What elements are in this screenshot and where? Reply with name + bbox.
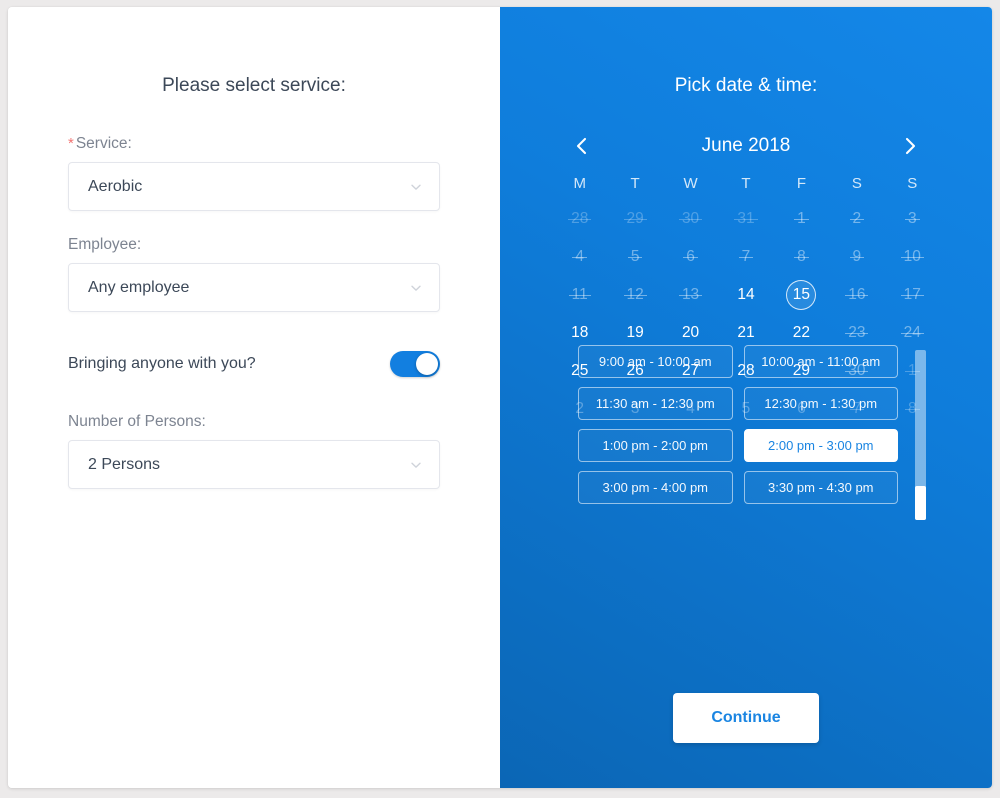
calendar-day-number: 7 [738, 238, 754, 276]
calendar-day: 1 [774, 200, 829, 238]
time-slot[interactable]: 9:00 am - 10:00 am [578, 345, 733, 378]
calendar-day-number: 16 [845, 276, 869, 314]
chevron-down-icon [409, 458, 423, 472]
calendar-day-number: 15 [786, 279, 817, 310]
calendar-day: 29 [607, 200, 662, 238]
chevron-down-icon [409, 180, 423, 194]
calendar-day-number: 4 [572, 238, 587, 276]
persons-label: Number of Persons: [68, 413, 440, 431]
employee-label-text: Employee: [68, 236, 142, 253]
calendar-day-number: 29 [623, 200, 648, 238]
time-slots-list: 9:00 am - 10:00 am 10:00 am - 11:00 am 11:… [578, 345, 898, 504]
calendar-day-number: 30 [678, 200, 703, 238]
service-select[interactable]: Aerobic [68, 162, 440, 211]
calendar-day-selected[interactable]: 15 [774, 276, 829, 314]
calendar-day-number: 10 [900, 238, 925, 276]
chevron-right-icon[interactable] [898, 134, 922, 158]
chevron-down-icon [409, 281, 423, 295]
time-slot[interactable]: 10:00 am - 11:00 am [743, 345, 898, 378]
calendar-day-number: 12 [623, 276, 648, 314]
weekday-header: T [630, 175, 640, 192]
calendar-day-number: 28 [568, 200, 592, 238]
calendar-day-number: 9 [849, 238, 865, 276]
right-panel-title: Pick date & time: [674, 75, 818, 96]
employee-select-value: Any employee [88, 278, 190, 296]
calendar-day: 17 [885, 276, 940, 314]
employee-select[interactable]: Any employee [68, 263, 440, 312]
continue-button[interactable]: Continue [673, 693, 819, 743]
calendar-day: 13 [663, 276, 718, 314]
service-label-text: Service: [75, 135, 132, 152]
calendar-day-number: 13 [678, 276, 703, 314]
calendar-day: 30 [663, 200, 718, 238]
employee-field-block: Employee: Any employee [68, 236, 440, 312]
bringing-anyone-row: Bringing anyone with you? [68, 351, 440, 377]
weekday-header: M [573, 175, 586, 192]
weekday-header: W [683, 175, 698, 192]
date-time-panel: Pick date & time: June 2018 M T W T F S S 28 29 3… [500, 7, 992, 788]
left-panel-title: Please select service: [162, 75, 346, 96]
calendar-day-number: 2 [849, 200, 865, 238]
calendar-day: 8 [774, 238, 829, 276]
time-slots-panel: 9:00 am - 10:00 am 10:00 am - 11:00 am 11:… [578, 345, 926, 525]
persons-select-value: 2 Persons [88, 455, 161, 473]
time-slot[interactable]: 3:00 pm - 4:00 pm [578, 471, 733, 504]
calendar-day-number: 5 [627, 238, 643, 276]
toggle-knob [416, 353, 438, 375]
weekday-header: F [796, 175, 806, 192]
calendar-day: 6 [663, 238, 718, 276]
service-form: * Service: Aerobic Employee: Any employe… [8, 135, 500, 489]
bringing-anyone-label: Bringing anyone with you? [68, 355, 256, 372]
time-slot[interactable]: 1:00 pm - 2:00 pm [578, 429, 733, 462]
calendar-day: 28 [552, 200, 607, 238]
calendar-day: 9 [829, 238, 884, 276]
calendar-day-number: 6 [683, 238, 698, 276]
calendar-month-label: June 2018 [701, 135, 791, 156]
required-asterisk-icon: * [68, 135, 74, 152]
calendar-day-number: 1 [794, 200, 809, 238]
persons-field-block: Number of Persons: 2 Persons [68, 413, 440, 489]
calendar-day: 3 [885, 200, 940, 238]
calendar-day: 2 [829, 200, 884, 238]
service-selection-panel: Please select service: * Service: Aerobic [8, 7, 500, 788]
calendar-day: 10 [885, 238, 940, 276]
weekday-header: T [741, 175, 751, 192]
calendar-navigation: June 2018 [570, 134, 922, 158]
time-slots-scrollbar[interactable] [915, 350, 926, 520]
calendar-day: 31 [718, 200, 773, 238]
service-select-value: Aerobic [88, 177, 143, 195]
calendar-day-number: 14 [737, 286, 755, 303]
calendar-day-number: 3 [904, 200, 920, 238]
booking-card: Please select service: * Service: Aerobic [8, 7, 992, 788]
bringing-anyone-toggle[interactable] [390, 351, 440, 377]
time-slot-selected[interactable]: 2:00 pm - 3:00 pm [743, 429, 898, 462]
chevron-left-icon[interactable] [570, 134, 594, 158]
continue-button-wrap: Continue [500, 693, 992, 743]
calendar-day: 16 [829, 276, 884, 314]
calendar-day-number: 31 [734, 200, 758, 238]
calendar-day: 12 [607, 276, 662, 314]
calendar-day: 11 [552, 276, 607, 314]
employee-label: Employee: [68, 236, 440, 254]
time-slot[interactable]: 12:30 pm - 1:30 pm [743, 387, 898, 420]
time-slot[interactable]: 3:30 pm - 4:30 pm [743, 471, 898, 504]
calendar-day: 7 [718, 238, 773, 276]
service-label: * Service: [68, 135, 440, 153]
time-slot[interactable]: 11:30 am - 12:30 pm [578, 387, 733, 420]
calendar-day-number: 11 [568, 276, 591, 314]
service-field-block: * Service: Aerobic [68, 135, 440, 211]
calendar-day[interactable]: 14 [718, 276, 773, 314]
scrollbar-thumb[interactable] [915, 486, 926, 520]
weekday-header: S [907, 175, 918, 192]
weekday-header: S [851, 175, 862, 192]
calendar-day: 5 [607, 238, 662, 276]
persons-label-text: Number of Persons: [68, 413, 206, 430]
calendar-day-number: 8 [794, 238, 809, 276]
persons-select[interactable]: 2 Persons [68, 440, 440, 489]
calendar-day: 4 [552, 238, 607, 276]
calendar-day-number: 17 [900, 276, 925, 314]
